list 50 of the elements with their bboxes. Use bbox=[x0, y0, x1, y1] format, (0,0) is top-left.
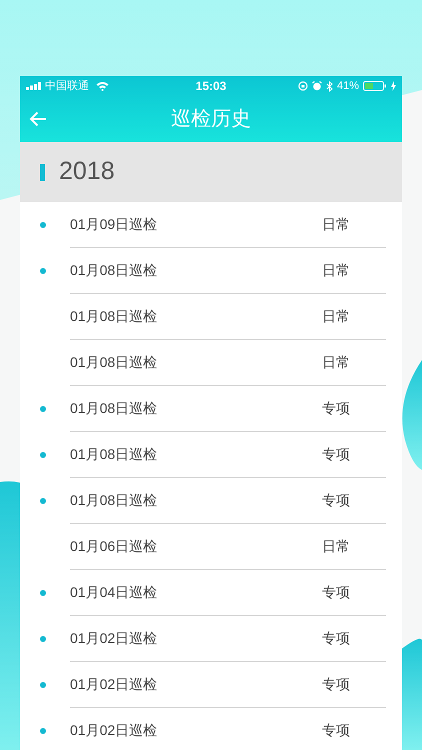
record-row[interactable]: 01月08日巡检 日常 bbox=[70, 294, 386, 340]
record-type: 专项 bbox=[322, 491, 350, 510]
status-time: 15:03 bbox=[196, 78, 226, 95]
record-date: 01月04日巡检 bbox=[70, 583, 158, 602]
record-type: 日常 bbox=[322, 353, 350, 372]
record-date: 01月02日巡检 bbox=[70, 721, 158, 740]
record-date: 01月06日巡检 bbox=[70, 537, 158, 556]
record-row[interactable]: 01月08日巡检 专项 bbox=[70, 386, 386, 432]
year-label: 2018 bbox=[59, 156, 115, 188]
record-date: 01月08日巡检 bbox=[70, 261, 158, 280]
record-date: 01月02日巡检 bbox=[70, 675, 158, 694]
battery-percent: 41% bbox=[336, 78, 359, 94]
record-type: 专项 bbox=[322, 675, 350, 694]
accent-bar-icon bbox=[40, 164, 45, 180]
record-type: 日常 bbox=[322, 261, 350, 280]
record-type: 专项 bbox=[322, 629, 350, 648]
record-row[interactable]: 01月08日巡检 日常 bbox=[70, 248, 386, 294]
record-date: 01月08日巡检 bbox=[70, 307, 158, 326]
record-type: 专项 bbox=[322, 583, 350, 602]
record-date: 01月08日巡检 bbox=[70, 353, 158, 372]
record-type: 日常 bbox=[322, 307, 350, 326]
record-date: 01月08日巡检 bbox=[70, 491, 158, 510]
record-row[interactable]: 01月02日巡检 专项 bbox=[70, 708, 386, 750]
record-type: 日常 bbox=[322, 215, 350, 234]
record-row[interactable]: 01月02日巡检 专项 bbox=[70, 616, 386, 662]
back-arrow-icon bbox=[29, 111, 47, 127]
alarm-icon bbox=[312, 81, 322, 91]
record-row[interactable]: 01月09日巡检 日常 bbox=[70, 202, 386, 248]
charging-icon bbox=[390, 81, 396, 91]
record-type: 专项 bbox=[322, 399, 350, 418]
battery-icon bbox=[362, 81, 387, 91]
record-date: 01月09日巡检 bbox=[70, 215, 158, 234]
wifi-icon bbox=[96, 81, 109, 91]
bluetooth-icon bbox=[326, 80, 333, 92]
rotation-lock-icon bbox=[298, 81, 308, 91]
record-row[interactable]: 01月06日巡检 日常 bbox=[70, 524, 386, 570]
record-date: 01月08日巡检 bbox=[70, 399, 158, 418]
record-row[interactable]: 01月02日巡检 专项 bbox=[70, 662, 386, 708]
record-date: 01月08日巡检 bbox=[70, 445, 158, 464]
record-type: 专项 bbox=[322, 445, 350, 464]
carrier-name: 中国联通 bbox=[45, 78, 89, 94]
record-date: 01月02日巡检 bbox=[70, 629, 158, 648]
signal-icon bbox=[26, 82, 42, 90]
record-row[interactable]: 01月08日巡检 专项 bbox=[70, 432, 386, 478]
record-type: 日常 bbox=[322, 537, 350, 556]
record-type: 专项 bbox=[322, 721, 350, 740]
record-row[interactable]: 01月04日巡检 专项 bbox=[70, 570, 386, 616]
record-row[interactable]: 01月08日巡检 专项 bbox=[70, 478, 386, 524]
page-title: 巡检历史 bbox=[171, 107, 251, 132]
record-row[interactable]: 01月08日巡检 日常 bbox=[70, 340, 386, 386]
